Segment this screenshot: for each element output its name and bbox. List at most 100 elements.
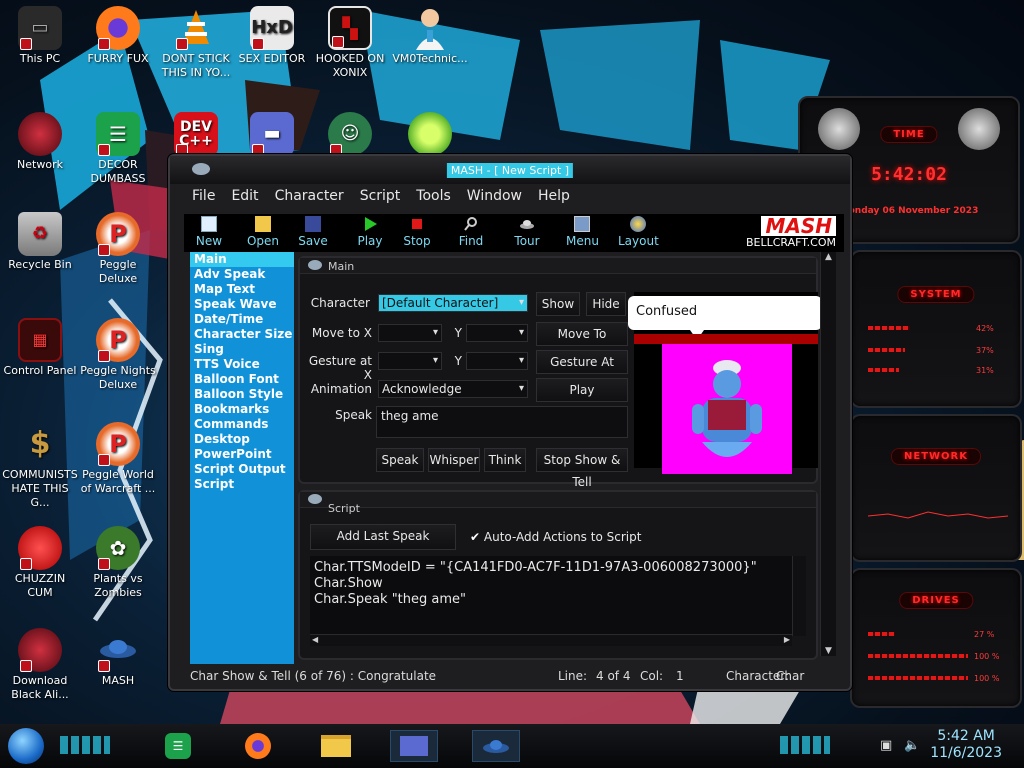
stop-show-tell-button[interactable]: Stop Show & Tell [536, 448, 628, 489]
desktop-icon-recycle-bin[interactable]: ♻ Recycle Bin [2, 212, 78, 272]
save-button[interactable]: Save [298, 216, 328, 248]
new-button[interactable]: New [194, 216, 224, 248]
speak-textbox[interactable]: theg ame [376, 406, 628, 438]
nav-map-text[interactable]: Map Text [190, 282, 294, 297]
ram-percent: 37% [976, 346, 994, 355]
nav-script[interactable]: Script [190, 477, 294, 492]
menu-window[interactable]: Window [459, 188, 530, 204]
scroll-down-icon[interactable]: ▼ [821, 646, 836, 656]
menu-button[interactable]: Menu [566, 216, 599, 248]
nav-adv-speak[interactable]: Adv Speak [190, 267, 294, 282]
nav-bookmarks[interactable]: Bookmarks [190, 402, 294, 417]
desktop-icon-pvz[interactable]: ✿ Plants vs Zombies [80, 526, 156, 600]
add-last-speak-button[interactable]: Add Last Speak [310, 524, 456, 550]
open-button[interactable]: Open [246, 216, 280, 248]
desktop-icon-devcpp[interactable]: DEV C++ [158, 112, 234, 158]
main-vertical-scrollbar[interactable]: ▲ ▼ [820, 252, 836, 656]
menu-file[interactable]: File [184, 188, 223, 204]
desktop-icon-furry-fux[interactable]: FURRY FUX [80, 6, 156, 66]
tour-button[interactable]: Tour [514, 216, 540, 248]
desktop-icon-money-bag[interactable]: $ COMMUNISTS HATE THIS G... [2, 422, 78, 510]
nav-date-time[interactable]: Date/Time [190, 312, 294, 327]
taskbar-file-explorer[interactable] [318, 730, 354, 762]
auto-add-checkbox[interactable]: ✔ Auto-Add Actions to Script [470, 530, 641, 544]
nav-character-size[interactable]: Character Size [190, 327, 294, 342]
nav-desktop[interactable]: Desktop [190, 432, 294, 447]
character-image [662, 344, 792, 474]
nav-tts-voice[interactable]: TTS Voice [190, 357, 294, 372]
nav-powerpoint[interactable]: PowerPoint [190, 447, 294, 462]
script-vertical-scrollbar[interactable] [792, 556, 806, 636]
taskbar-mash[interactable] [472, 730, 520, 762]
move-to-y-select[interactable] [466, 324, 528, 342]
desktop-icon-peggle[interactable]: P Peggle Deluxe [80, 212, 156, 286]
desktop-icon-control-panel[interactable]: ▦ Control Panel [2, 318, 78, 378]
desktop-icon-network[interactable]: Network [2, 112, 78, 172]
nav-script-output[interactable]: Script Output [190, 462, 294, 477]
gesture-y-select[interactable] [466, 352, 528, 370]
nav-speak-wave[interactable]: Speak Wave [190, 297, 294, 312]
volume-tray-icon[interactable]: 🔈 [904, 738, 920, 753]
app-icon [192, 163, 210, 175]
move-to-x-select[interactable] [378, 324, 442, 342]
desktop-icon-chuzzle[interactable]: CHUZZIN CUM [2, 526, 78, 600]
show-button[interactable]: Show [536, 292, 580, 316]
nav-sing[interactable]: Sing [190, 342, 294, 357]
play-button[interactable]: Play [356, 216, 384, 248]
nav-balloon-style[interactable]: Balloon Style [190, 387, 294, 402]
peggle-nights-icon: P [96, 318, 140, 362]
desktop-icon-elf[interactable]: ☺ [312, 112, 388, 158]
window-title: MASH - [ New Script ] [446, 163, 574, 178]
nav-balloon-font[interactable]: Balloon Font [190, 372, 294, 387]
desktop-icon-mash[interactable]: MASH [80, 628, 156, 688]
find-button[interactable]: Find [458, 216, 484, 248]
desktop-icon-discord[interactable]: ☰ DECOR DUMBASS [80, 112, 156, 186]
scroll-left-icon[interactable]: ◀ [312, 635, 318, 644]
scroll-up-icon[interactable]: ▲ [821, 252, 836, 262]
menu-tools[interactable]: Tools [408, 188, 459, 204]
gesture-at-button[interactable]: Gesture At [536, 350, 628, 374]
taskbar-clock[interactable]: 5:42 AM 11/6/2023 [930, 728, 1002, 762]
think-button[interactable]: Think [484, 448, 526, 472]
desktop-icon-this-pc[interactable]: ▭ This PC [2, 6, 78, 66]
title-bar[interactable]: MASH - [ New Script ] [170, 156, 850, 184]
desktop-icon-peggle-nights[interactable]: P Peggle Nights Deluxe [80, 318, 156, 392]
taskbar-firefox[interactable] [240, 730, 276, 762]
start-orb-icon[interactable] [8, 728, 44, 764]
script-horizontal-scrollbar[interactable]: ◀ ▶ [310, 634, 792, 646]
desktop-icon-hxd[interactable]: HxD SEX EDITOR [234, 6, 310, 66]
menu-help[interactable]: Help [530, 188, 578, 204]
move-to-button[interactable]: Move To [536, 322, 628, 346]
play-animation-button[interactable]: Play Animation [536, 378, 628, 419]
stop-button[interactable]: Stop [402, 216, 432, 248]
character-select[interactable]: [Default Character] [378, 294, 528, 312]
menu-edit[interactable]: Edit [223, 188, 266, 204]
nav-commands[interactable]: Commands [190, 417, 294, 432]
desktop-icon-card[interactable]: ▬ [234, 112, 310, 158]
drives-gadget: DRIVES 27 % 100 % 100 % [850, 568, 1022, 708]
script-editor[interactable]: Char.TTSModeID = "{CA141FD0-AC7F-11D1-97… [310, 556, 804, 636]
desktop-icon-xonix[interactable]: ▚ HOOKED ON XONIX [312, 6, 388, 80]
menu-script[interactable]: Script [352, 188, 409, 204]
hide-button[interactable]: Hide [586, 292, 626, 316]
tour-icon [519, 216, 535, 232]
speak-button[interactable]: Speak [376, 448, 424, 472]
layout-button[interactable]: Layout [618, 216, 659, 248]
desktop-icon-peggle-wow[interactable]: P Peggle World of Warcraft ... [80, 422, 156, 496]
menu-character[interactable]: Character [267, 188, 352, 204]
control-panel-icon: ▦ [18, 318, 62, 362]
nav-main[interactable]: Main [190, 252, 294, 267]
taskbar-active-window[interactable] [390, 730, 438, 762]
desktop-icon-lime[interactable] [392, 112, 468, 158]
desktop-icon-vlc[interactable]: DONT STICK THIS IN YO... [158, 6, 234, 80]
character-label: Character [310, 296, 370, 310]
desktop-icon-vm0technic[interactable]: VM0Technic... [392, 6, 468, 66]
network-tray-icon[interactable]: ▣ [880, 738, 892, 753]
gesture-x-select[interactable] [378, 352, 442, 370]
animation-select[interactable]: Acknowledge [378, 380, 528, 398]
whisper-button[interactable]: Whisper [428, 448, 480, 472]
doctor-icon [408, 6, 452, 50]
scroll-right-icon[interactable]: ▶ [784, 635, 790, 644]
taskbar-discord[interactable]: ☰ [160, 730, 196, 762]
desktop-icon-black-alien[interactable]: Download Black Ali... [2, 628, 78, 702]
